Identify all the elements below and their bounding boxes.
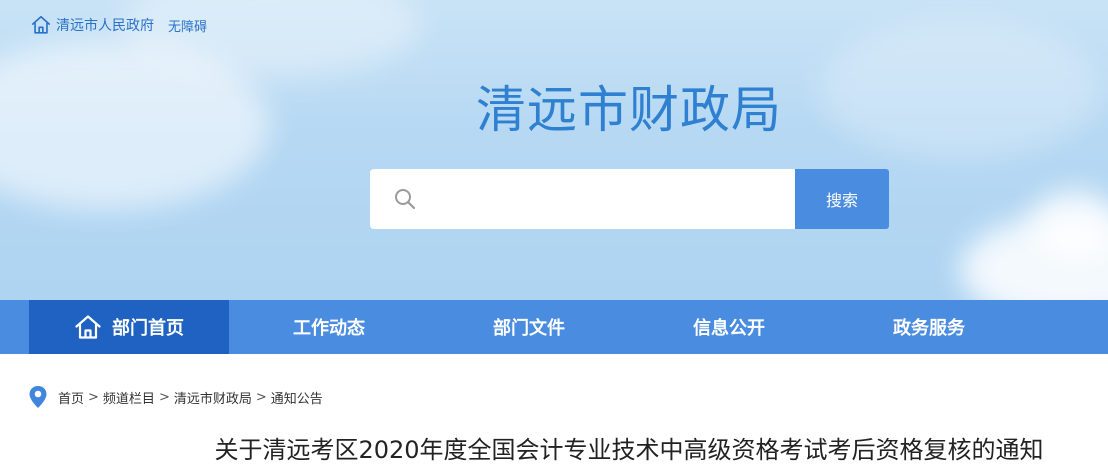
breadcrumb: 首页 > 频道栏目 > 清远市财政局 > 通知公告 bbox=[28, 385, 323, 409]
breadcrumb-notices[interactable]: 通知公告 bbox=[271, 388, 323, 407]
nav-item-label: 政务服务 bbox=[893, 318, 965, 339]
article-title: 关于清远考区2020年度全国会计专业技术中高级资格考试考后资格复核的通知 bbox=[214, 436, 1044, 464]
search-icon bbox=[395, 189, 416, 210]
nav-item-dept-documents[interactable]: 部门文件 bbox=[429, 300, 629, 354]
location-pin-icon bbox=[29, 386, 47, 408]
gov-portal-link[interactable]: 清远市人民政府 bbox=[56, 15, 154, 35]
accessibility-link[interactable]: 无障碍 bbox=[168, 16, 207, 35]
nav-item-label: 部门首页 bbox=[112, 318, 184, 339]
breadcrumb-separator: > bbox=[88, 389, 99, 405]
search-box bbox=[370, 169, 795, 229]
home-icon bbox=[75, 315, 101, 339]
nav-item-home[interactable]: 部门首页 bbox=[29, 300, 229, 354]
main-nav: 部门首页 工作动态 部门文件 信息公开 政务服务 bbox=[0, 300, 1108, 354]
search-button[interactable]: 搜索 bbox=[795, 169, 889, 229]
nav-item-info-disclosure[interactable]: 信息公开 bbox=[629, 300, 829, 354]
nav-item-label: 信息公开 bbox=[693, 318, 765, 339]
breadcrumb-home[interactable]: 首页 bbox=[58, 388, 84, 407]
nav-item-work-news[interactable]: 工作动态 bbox=[229, 300, 429, 354]
breadcrumb-separator: > bbox=[158, 389, 170, 405]
breadcrumb-separator: > bbox=[255, 389, 267, 405]
site-title: 清远市财政局 bbox=[476, 81, 782, 139]
header-banner: 清远市人民政府 无障碍 清远市财政局 搜索 bbox=[0, 0, 1108, 300]
top-links: 清远市人民政府 无障碍 bbox=[30, 13, 207, 37]
breadcrumb-channel[interactable]: 频道栏目 bbox=[103, 388, 155, 407]
nav-item-label: 部门文件 bbox=[493, 318, 565, 339]
breadcrumb-finance-bureau[interactable]: 清远市财政局 bbox=[174, 388, 252, 407]
search-input[interactable] bbox=[427, 169, 795, 229]
nav-item-label: 工作动态 bbox=[293, 318, 365, 339]
home-icon bbox=[31, 15, 51, 34]
nav-item-gov-services[interactable]: 政务服务 bbox=[829, 300, 1029, 354]
